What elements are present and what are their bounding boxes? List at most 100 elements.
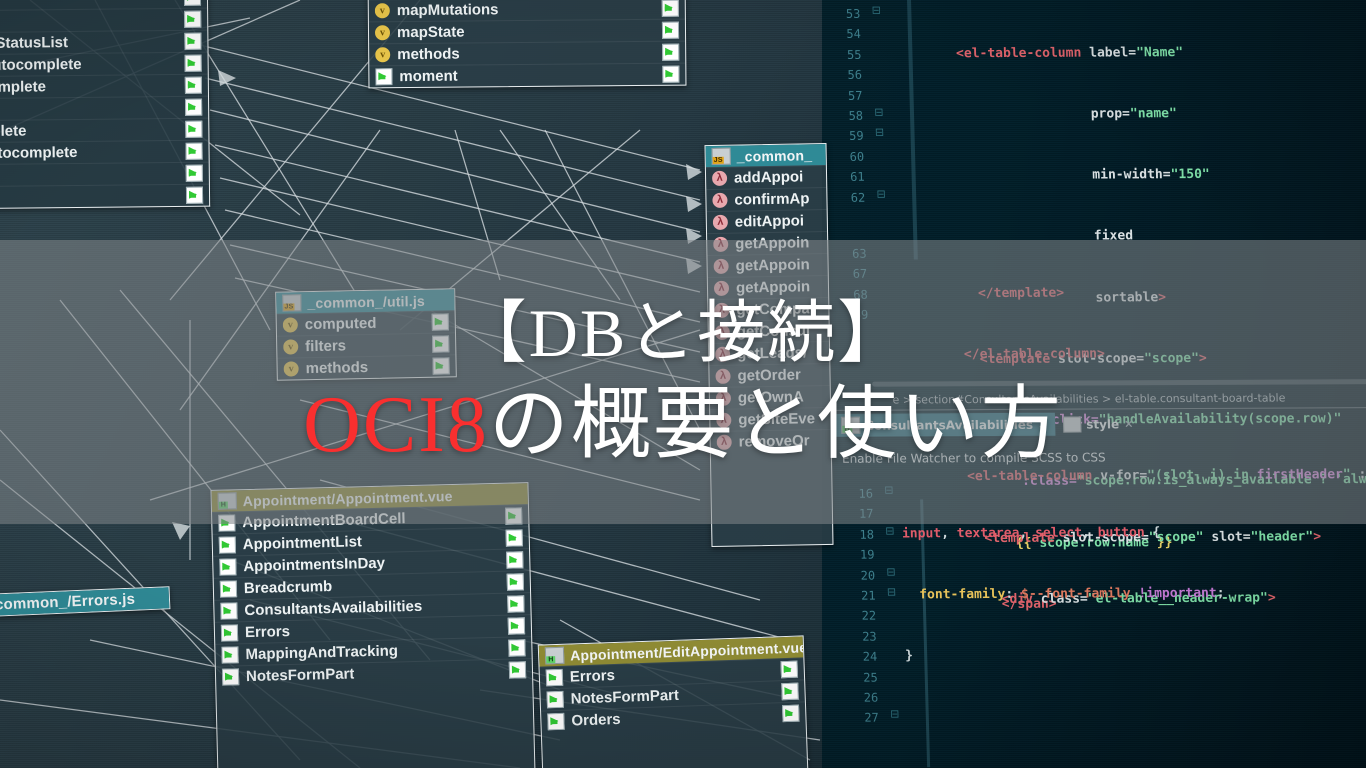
line-number: 19 — [859, 547, 875, 562]
list-item[interactable]: λ editAppoi — [706, 208, 828, 234]
line-number: 61 — [850, 169, 865, 185]
fold-marker-icon[interactable]: ⊟ — [870, 4, 883, 24]
green-arrow-icon — [661, 0, 679, 17]
list-item-label: AppointmentList — [242, 533, 363, 554]
line-number: 53 — [845, 6, 861, 21]
fold-marker-icon[interactable]: ⊟ — [884, 524, 897, 544]
banner-image: ntment ntmentStatusList tantsAutocomplet… — [0, 0, 1366, 768]
title-rest-text: の概要と使い方 — [488, 381, 1063, 469]
list-item-label: moment — [399, 67, 458, 86]
green-arrow-icon — [545, 668, 564, 687]
list-item-label: ConsultantsAvailabilities — [244, 597, 423, 620]
green-arrow-icon — [184, 54, 202, 72]
list-item-label: editAppoi — [734, 212, 805, 231]
green-arrow-icon — [184, 76, 202, 94]
list-item-label: AppointmentsInDay — [243, 554, 386, 576]
list-item[interactable]: moment — [369, 62, 686, 88]
appointment-vue-panel[interactable]: Appointment/Appointment.vue AppointmentB… — [210, 482, 536, 768]
vue-v-icon: v — [374, 25, 391, 41]
list-item[interactable]: e — [0, 183, 210, 209]
list-item-label: mapMutations — [396, 1, 499, 20]
green-arrow-icon — [506, 551, 524, 569]
list-item-label: tocomplete — [0, 122, 27, 141]
list-item[interactable]: entsAutocomplete — [0, 139, 209, 165]
map-functions-panel[interactable]: v mapMutations v mapState v methods mome… — [367, 0, 687, 89]
list-item[interactable]: v mapState — [368, 18, 686, 44]
list-item-label: Errors — [244, 623, 291, 642]
code-line: font-family: $--font-family !important; — [903, 585, 1225, 603]
line-number: 27 — [864, 711, 879, 726]
vue-v-icon: v — [374, 3, 390, 19]
errors-js-panel-title: common_/Errors.js — [0, 590, 136, 614]
green-arrow-icon — [220, 602, 238, 620]
common-panel-title: _common_ — [736, 146, 813, 165]
green-arrow-icon — [220, 624, 239, 642]
list-item[interactable] — [0, 7, 208, 33]
green-arrow-icon — [507, 595, 525, 613]
list-item-label: addAppoi — [733, 168, 804, 187]
list-item-label: confirmAp — [734, 190, 810, 209]
list-item[interactable]: v methods — [369, 40, 686, 66]
green-arrow-icon — [185, 98, 203, 116]
edit-appointment-vue-panel[interactable]: Appointment/EditAppointment.vue Errors N… — [537, 635, 809, 768]
list-item[interactable]: λ confirmAp — [706, 186, 827, 212]
list-item[interactable]: tions — [0, 161, 209, 187]
list-item[interactable]: s — [0, 95, 209, 121]
title-line-2: OCI8の概要と使い方 — [303, 377, 1063, 473]
list-item-label: tantsAutocomplete — [0, 55, 82, 75]
list-item[interactable]: ntmentStatusList — [0, 29, 208, 55]
green-arrow-icon — [782, 704, 800, 723]
fold-marker-icon[interactable]: ⊟ — [885, 565, 898, 585]
green-arrow-icon — [184, 32, 202, 50]
green-arrow-icon — [221, 668, 240, 686]
green-arrow-icon — [547, 712, 565, 731]
fold-marker-icon[interactable]: ⊟ — [873, 126, 886, 146]
line-number: 60 — [849, 149, 865, 164]
green-arrow-icon — [219, 558, 237, 576]
green-arrow-icon — [505, 529, 523, 547]
list-item[interactable]: λ addAppoi — [705, 164, 827, 190]
title-line-1: 【DBと接続】 — [458, 295, 908, 371]
green-arrow-icon — [185, 186, 204, 204]
html-file-icon — [544, 646, 565, 665]
code-line: } — [905, 648, 914, 664]
green-arrow-icon — [506, 573, 525, 591]
green-arrow-icon — [507, 617, 526, 635]
list-item[interactable]: Autocomplete — [0, 73, 208, 99]
green-arrow-icon — [185, 120, 203, 138]
title-accent-text: OCI8 — [303, 381, 489, 469]
list-item-label: Autocomplete — [0, 78, 46, 97]
green-arrow-icon — [662, 65, 680, 83]
line-number: 62 — [850, 190, 866, 205]
green-arrow-icon — [661, 21, 680, 39]
fold-marker-icon[interactable]: ⊟ — [885, 585, 898, 605]
common-panel-header[interactable]: _common_ — [705, 143, 826, 168]
line-number: 20 — [860, 568, 876, 583]
green-arrow-icon — [219, 580, 238, 598]
line-number: 18 — [859, 527, 875, 542]
list-item-label: MappingAndTracking — [245, 642, 399, 664]
list-item-label: entsAutocomplete — [0, 143, 78, 163]
list-item-label: ntmentStatusList — [0, 34, 69, 53]
code-line: prop="name" — [894, 106, 1178, 123]
line-number: 21 — [860, 588, 876, 603]
editor-fold-column-top[interactable]: ⊟ ⊟ ⊟ ⊟ — [870, 4, 887, 208]
fold-marker-icon[interactable]: ⊟ — [873, 106, 886, 126]
code-line: min-width="150" — [896, 167, 1210, 184]
left-file-list-panel[interactable]: ntment ntmentStatusList tantsAutocomplet… — [0, 0, 211, 210]
editor-gutter-top: 53 54 55 56 57 58 59 60 61 62 — [834, 4, 866, 208]
green-arrow-icon — [221, 646, 239, 664]
fold-marker-icon[interactable]: ⊟ — [875, 187, 888, 207]
list-item-label: Breadcrumb — [243, 577, 333, 598]
list-item-label: Orders — [571, 710, 621, 730]
fold-marker-icon[interactable]: ⊟ — [889, 708, 902, 728]
list-item[interactable]: tocomplete — [0, 117, 209, 143]
code-line: <el-table-column label="Name" — [893, 44, 1184, 62]
list-item[interactable]: tantsAutocomplete — [0, 51, 208, 77]
green-arrow-icon — [781, 682, 799, 701]
green-arrow-icon — [185, 164, 203, 182]
line-number: 55 — [846, 47, 862, 62]
list-item-label: NotesFormPart — [245, 665, 355, 686]
line-number: 57 — [847, 88, 863, 103]
